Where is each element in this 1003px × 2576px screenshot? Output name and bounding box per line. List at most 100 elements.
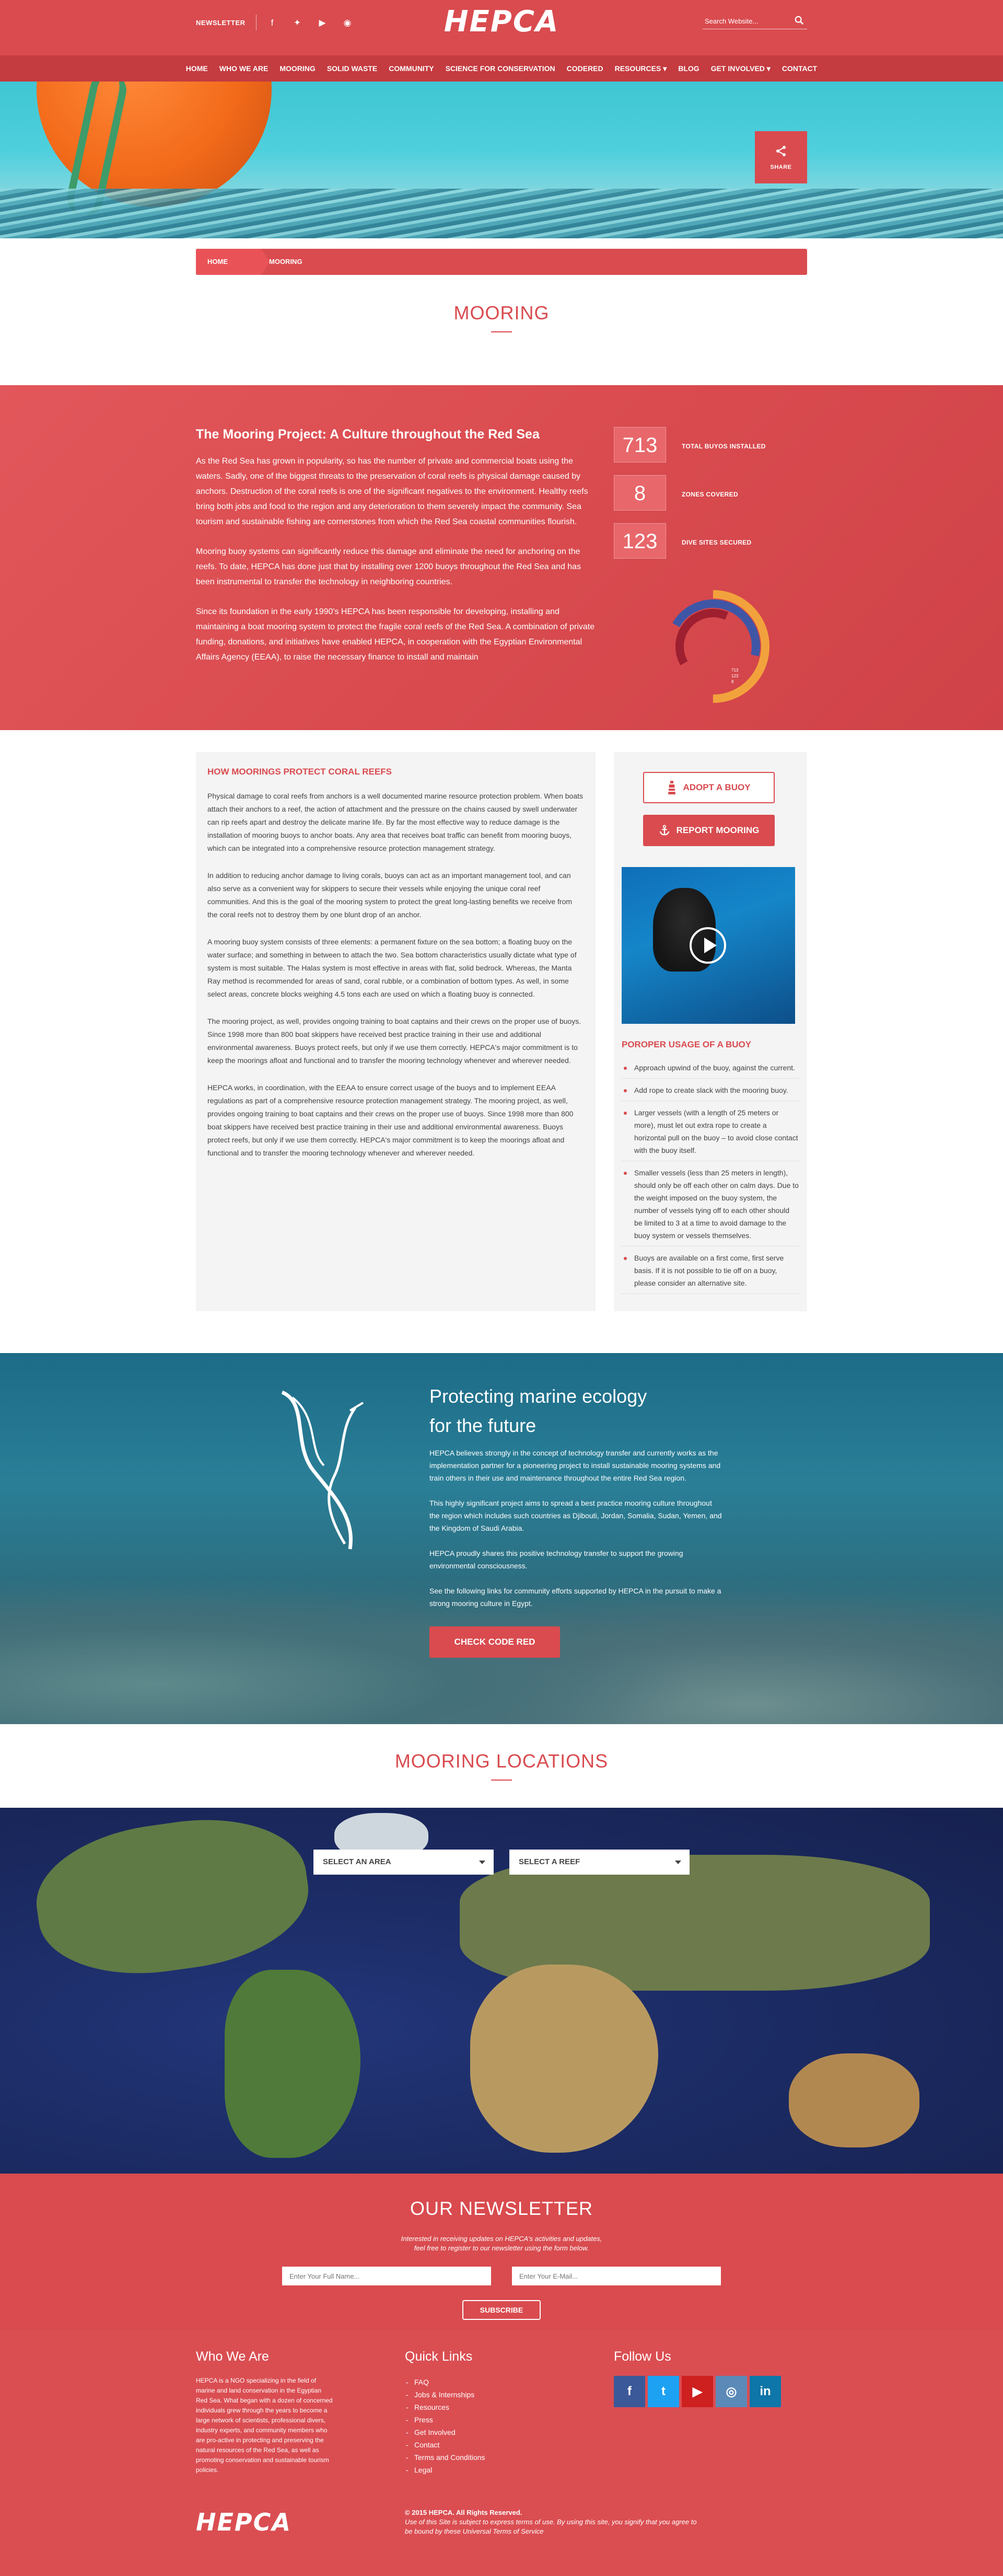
- intro-text: The Mooring Project: A Culture throughou…: [196, 427, 596, 679]
- eco-paragraph: This highly significant project aims to …: [429, 1499, 722, 1532]
- footer-link-contact[interactable]: Contact: [405, 2439, 485, 2451]
- video-player[interactable]: [622, 867, 795, 1024]
- intro-heading: The Mooring Project: A Culture throughou…: [196, 427, 540, 442]
- play-icon[interactable]: [690, 927, 726, 964]
- usage-item: Buoys are available on a first come, fir…: [622, 1252, 799, 1294]
- newsletter-text: feel free to register to our newsletter …: [414, 2244, 589, 2252]
- usage-list: Approach upwind of the buoy, against the…: [622, 1061, 799, 1299]
- breadcrumb-current: MOORING: [269, 258, 302, 265]
- twitter-icon[interactable]: ✦: [292, 18, 302, 28]
- footer-link-press[interactable]: Press: [405, 2413, 485, 2426]
- stat-buoys-label: TOTAL BUYOS INSTALLED: [682, 443, 766, 450]
- breadcrumb-home[interactable]: HOME: [196, 249, 270, 275]
- footer-link-faq[interactable]: FAQ: [405, 2376, 485, 2388]
- donut-label: 8: [731, 679, 734, 684]
- share-button[interactable]: SHARE: [755, 131, 807, 183]
- footer-link-legal[interactable]: Legal: [405, 2464, 485, 2476]
- instagram-icon[interactable]: ◎: [716, 2376, 747, 2407]
- who-text: HEPCA is a NGO specializing in the field…: [196, 2377, 333, 2474]
- nav-codered[interactable]: CODERED: [567, 64, 603, 73]
- usage-item: Larger vessels (with a length of 25 mete…: [622, 1106, 799, 1161]
- eco-paragraph: HEPCA proudly shares this positive techn…: [429, 1549, 683, 1570]
- lighthouse-icon: [668, 781, 676, 794]
- linkedin-icon[interactable]: in: [750, 2376, 781, 2407]
- youtube-icon[interactable]: ▶: [682, 2376, 713, 2407]
- main-nav: HOME WHO WE ARE MOORING SOLID WASTE COMM…: [0, 55, 1003, 82]
- footer-link-get-involved[interactable]: Get Involved: [405, 2426, 485, 2439]
- logo[interactable]: HEPCA: [426, 6, 577, 38]
- nav-who-we-are[interactable]: WHO WE ARE: [219, 64, 269, 73]
- stat-buoys-value: 713: [614, 427, 666, 463]
- rss-icon[interactable]: ◉: [342, 18, 353, 28]
- nav-contact[interactable]: CONTACT: [782, 64, 817, 73]
- reef-select[interactable]: SELECT A REEF: [509, 1850, 690, 1875]
- footer-link-terms[interactable]: Terms and Conditions: [405, 2451, 485, 2464]
- copyright: © 2015 HEPCA. All Rights Reserved. Use o…: [405, 2508, 697, 2536]
- breadcrumb: HOME MOORING: [196, 249, 807, 275]
- how-paragraph: Physical damage to coral reefs from anch…: [207, 792, 584, 852]
- north-america-landmass: [28, 1808, 317, 1988]
- terms-text: Use of this Site is subject to express t…: [405, 2518, 697, 2526]
- facebook-icon[interactable]: f: [614, 2376, 645, 2407]
- youtube-icon[interactable]: ▶: [317, 18, 328, 28]
- facebook-icon[interactable]: f: [267, 18, 277, 28]
- report-mooring-button[interactable]: REPORT MOORING: [643, 815, 775, 846]
- africa-landmass: [470, 1965, 658, 2153]
- follow-title: Follow Us: [614, 2349, 671, 2364]
- how-heading: HOW MOORINGS PROTECT CORAL REEFS: [207, 767, 392, 777]
- how-paragraph: The mooring project, as well, provides o…: [207, 1017, 581, 1065]
- area-select[interactable]: SELECT AN AREA: [313, 1850, 494, 1875]
- intro-paragraph: Since its foundation in the early 1990's…: [196, 607, 595, 662]
- stat-zones-value: 8: [614, 475, 666, 511]
- email-field[interactable]: [512, 2267, 721, 2285]
- donut-ring-1: [666, 599, 760, 694]
- eco-heading-2: for the future: [429, 1415, 537, 1436]
- how-paragraph: HEPCA works, in coordination, with the E…: [207, 1083, 574, 1157]
- usage-heading: POROPER USAGE OF A BUOY: [622, 1039, 752, 1049]
- manta-ray-icon: [281, 1390, 364, 1550]
- stat-sites-label: DIVE SITES SECURED: [682, 539, 752, 546]
- intro-section: The Mooring Project: A Culture throughou…: [0, 385, 1003, 730]
- footer-link-jobs[interactable]: Jobs & Internships: [405, 2388, 485, 2401]
- donut-label: 123: [731, 674, 739, 678]
- newsletter-link[interactable]: NEWSLETTER: [196, 19, 246, 27]
- search-input[interactable]: [703, 14, 786, 28]
- footer-logo[interactable]: HEPCA: [196, 2508, 291, 2536]
- footer-link-resources[interactable]: Resources: [405, 2401, 485, 2413]
- nav-resources[interactable]: RESOURCES ▾: [615, 64, 667, 73]
- eco-paragraph: HEPCA believes strongly in the concept o…: [429, 1449, 721, 1482]
- world-map[interactable]: SELECT AN AREA SELECT A REEF: [0, 1808, 1003, 2174]
- page-title-section: MOORING: [0, 275, 1003, 385]
- usage-item: Smaller vessels (less than 25 meters in …: [622, 1166, 799, 1246]
- title-underline: [491, 1780, 512, 1781]
- adopt-buoy-label: ADOPT A BUOY: [683, 782, 751, 792]
- hero-banner: SHARE: [0, 82, 1003, 238]
- nav-home[interactable]: HOME: [186, 64, 208, 73]
- footer-social: f t ▶ ◎ in: [614, 2376, 781, 2407]
- report-mooring-label: REPORT MOORING: [676, 825, 760, 835]
- nav-blog[interactable]: BLOG: [678, 64, 699, 73]
- search-box: [703, 14, 807, 29]
- subscribe-button[interactable]: SUBSCRIBE: [462, 2300, 541, 2320]
- locations-section: MOORING LOCATIONS: [0, 1724, 1003, 1808]
- check-code-red-button[interactable]: CHECK CODE RED: [429, 1626, 560, 1658]
- twitter-icon[interactable]: t: [648, 2376, 679, 2407]
- page-title: MOORING: [453, 302, 550, 324]
- usage-item: Approach upwind of the buoy, against the…: [622, 1061, 799, 1079]
- australia-landmass: [789, 2053, 919, 2147]
- footer-who: Who We Are HEPCA is a NGO specializing i…: [196, 2349, 334, 2475]
- nav-solid-waste[interactable]: SOLID WASTE: [327, 64, 377, 73]
- nav-mooring[interactable]: MOORING: [279, 64, 315, 73]
- search-icon[interactable]: [795, 16, 804, 25]
- eco-paragraph: See the following links for community ef…: [429, 1587, 721, 1608]
- adopt-buoy-button[interactable]: ADOPT A BUOY: [643, 772, 775, 803]
- water-image: [0, 189, 1003, 238]
- newsletter-section: OUR NEWSLETTER Interested in receiving u…: [0, 2174, 1003, 2330]
- nav-get-involved[interactable]: GET INVOLVED ▾: [711, 64, 771, 73]
- name-field[interactable]: [282, 2267, 491, 2285]
- share-icon: [776, 146, 786, 156]
- stat-zones-label: ZONES COVERED: [682, 491, 738, 498]
- nav-community[interactable]: COMMUNITY: [389, 64, 434, 73]
- nav-science[interactable]: SCIENCE FOR CONSERVATION: [446, 64, 555, 73]
- title-underline: [491, 331, 512, 332]
